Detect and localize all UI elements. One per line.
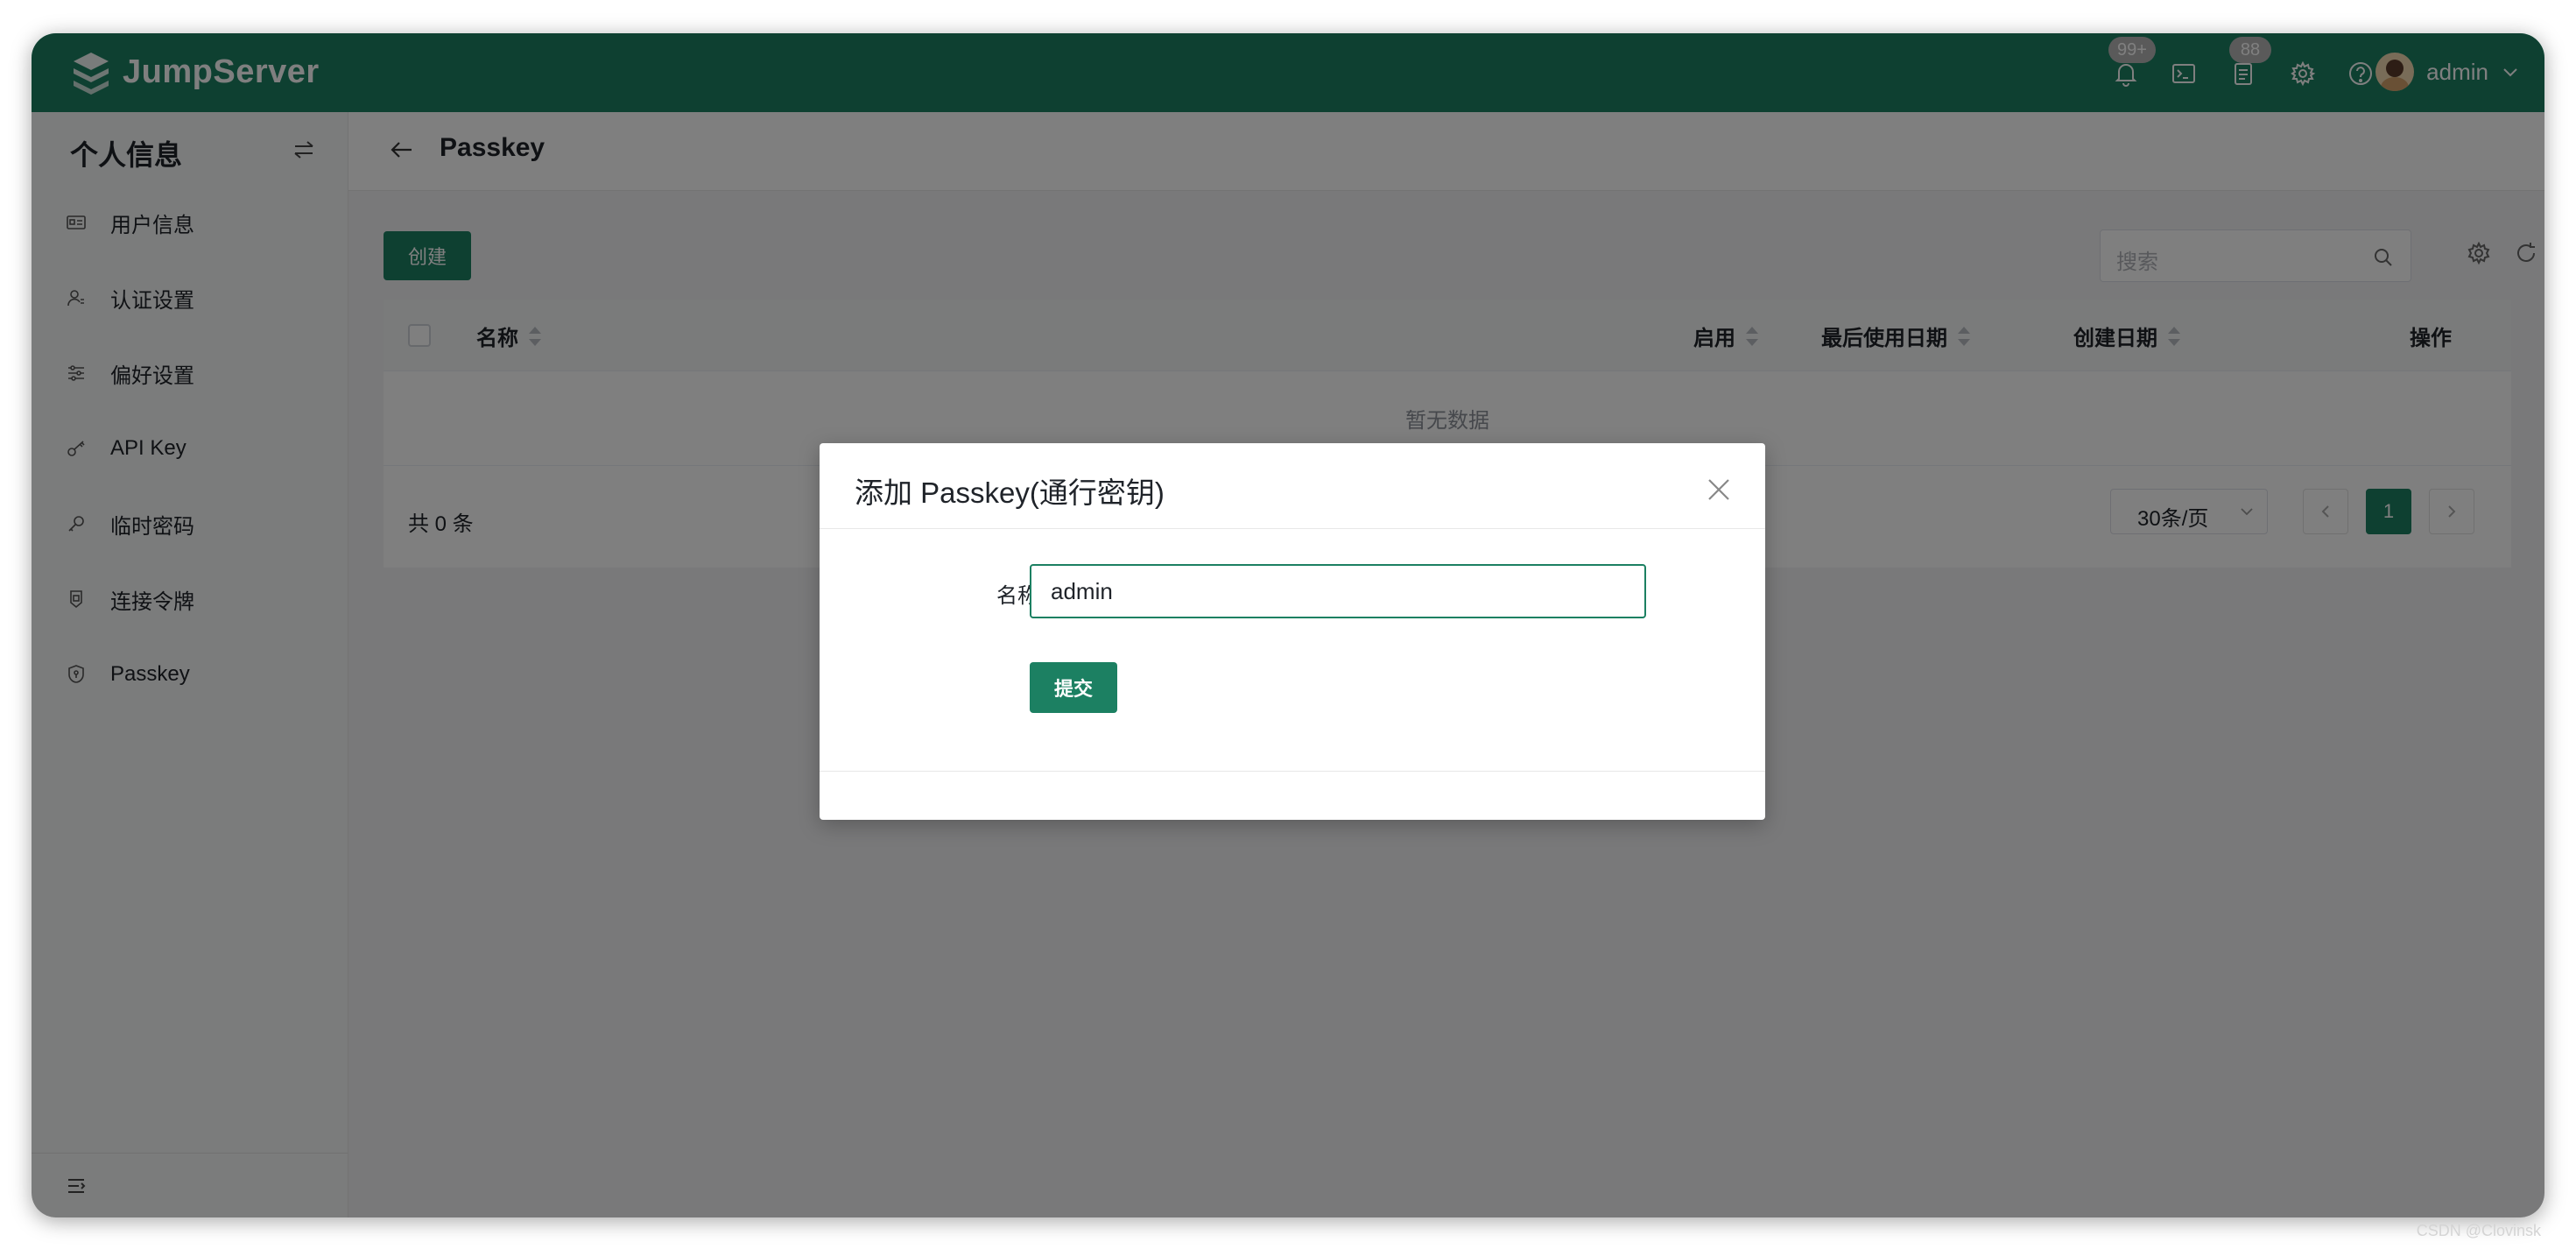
dialog-header: 添加 Passkey(通行密钥)	[820, 443, 1765, 529]
dialog-title: 添加 Passkey(通行密钥)	[855, 476, 1165, 509]
watermark: CSDN @Clovinsk	[2416, 1222, 2541, 1239]
dialog-footer-divider	[820, 771, 1765, 772]
submit-button[interactable]: 提交	[1030, 662, 1117, 713]
close-icon[interactable]	[1706, 476, 1732, 503]
add-passkey-dialog: 添加 Passkey(通行密钥) 名称 提交	[820, 443, 1765, 820]
name-label: 名称	[996, 584, 1038, 608]
app-window: JumpServer 99+ 88	[32, 33, 2544, 1217]
name-field[interactable]	[1030, 564, 1646, 618]
